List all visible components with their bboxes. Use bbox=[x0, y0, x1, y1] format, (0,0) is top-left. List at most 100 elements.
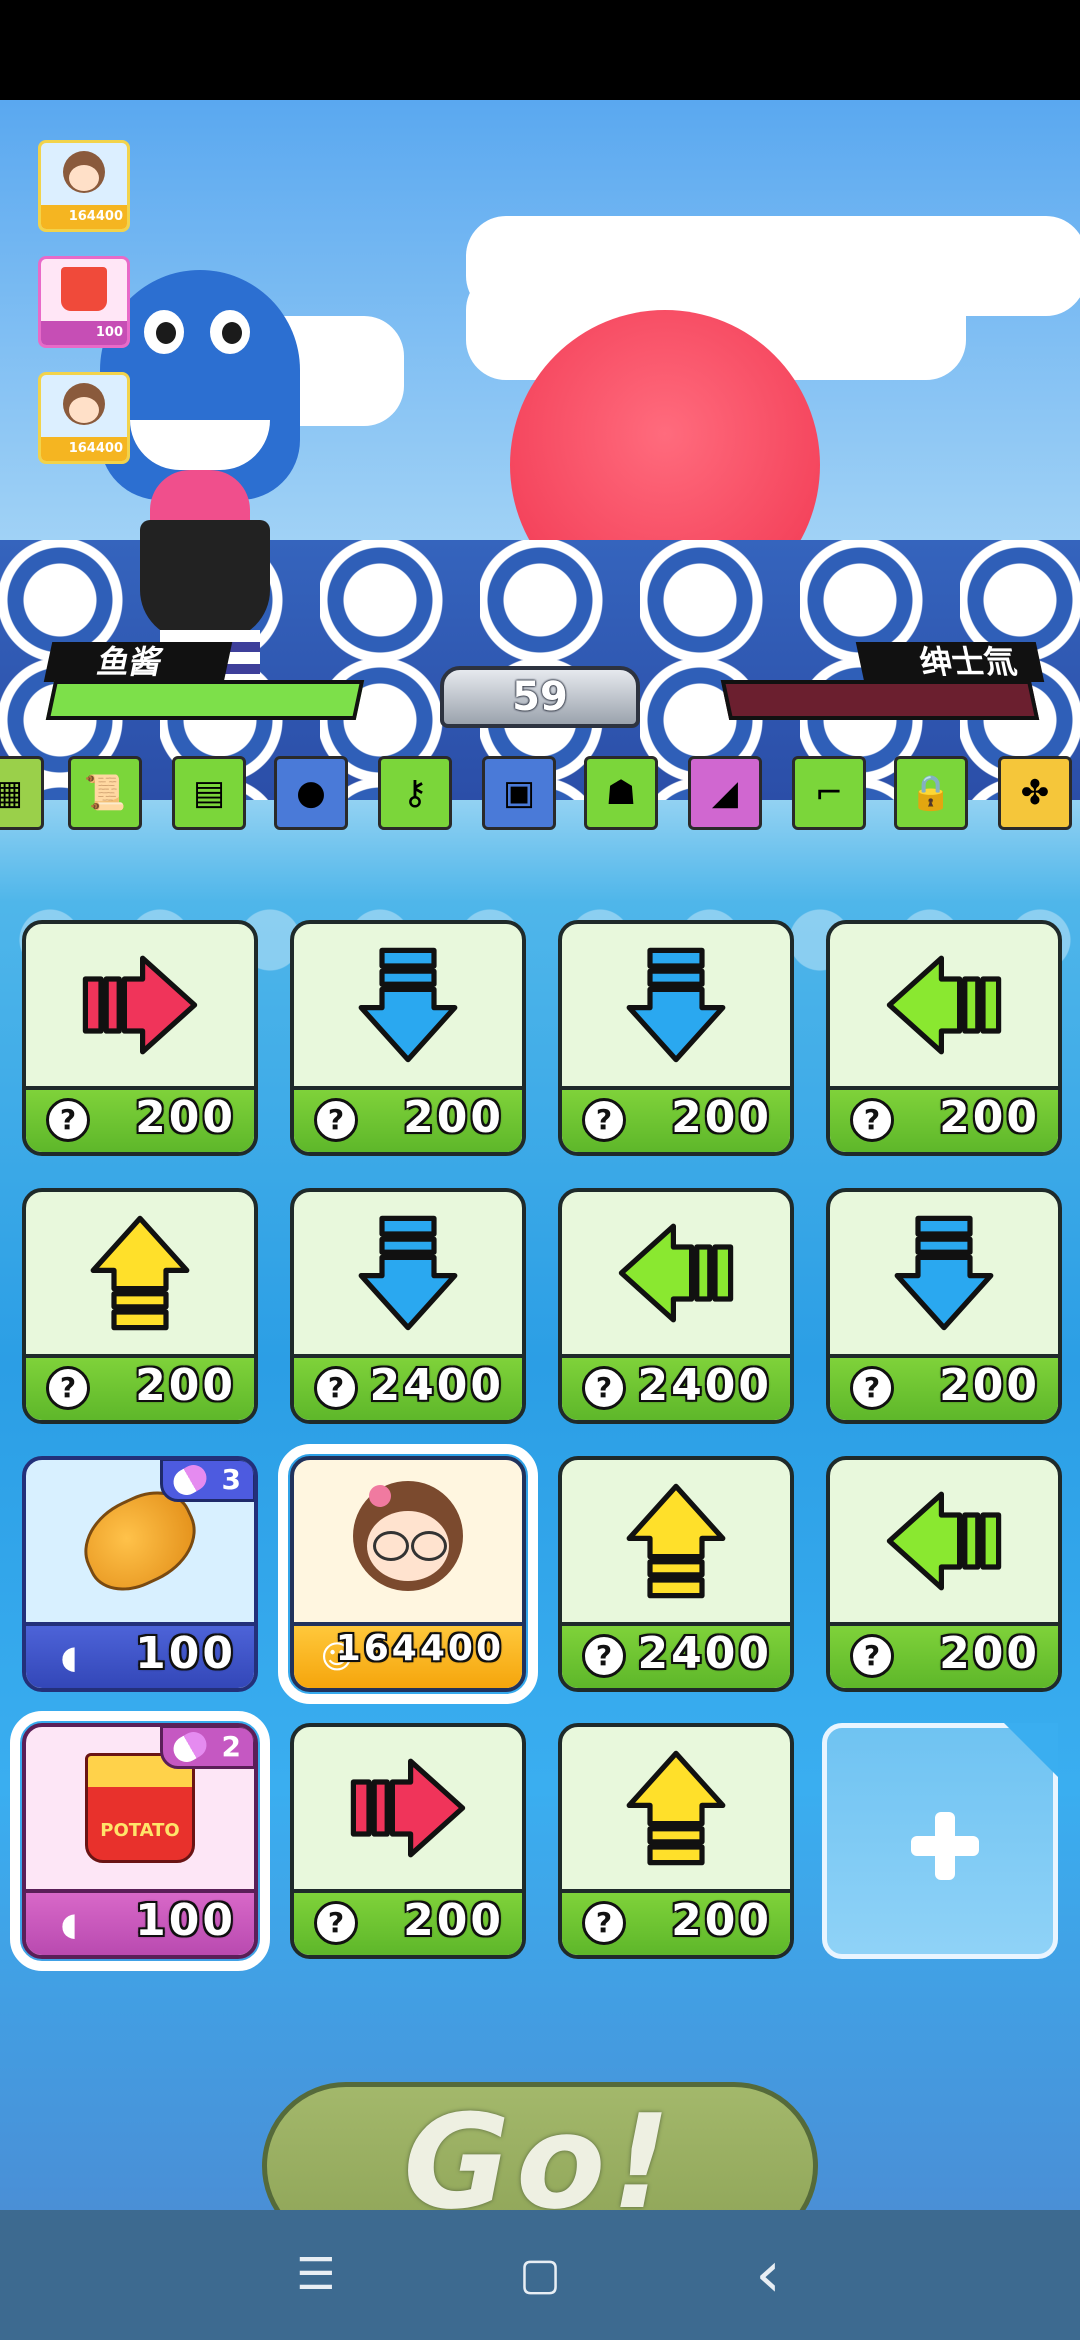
arrow-down-icon bbox=[562, 924, 790, 1086]
arrow-card-up[interactable]: ? 200 bbox=[22, 1188, 258, 1424]
capsule-icon bbox=[168, 1727, 212, 1767]
card-footer: ? 200 bbox=[294, 1889, 522, 1955]
question-icon: ? bbox=[314, 1366, 358, 1410]
arrow-card-down[interactable]: ? 2400 bbox=[290, 1188, 526, 1424]
egg-nest-icon[interactable]: ● bbox=[274, 756, 348, 830]
money-icon[interactable]: ▦ bbox=[0, 756, 44, 830]
clover-icon[interactable]: ✤ bbox=[998, 756, 1072, 830]
side-card-character[interactable]: 164400 bbox=[38, 372, 130, 464]
cheese-icon[interactable]: ◢ bbox=[688, 756, 762, 830]
card-footer: ◖ 100 bbox=[26, 1889, 254, 1955]
question-icon: ? bbox=[850, 1634, 894, 1678]
card-cost: 2400 bbox=[637, 1360, 772, 1411]
character-face bbox=[63, 383, 105, 425]
arrow-down-icon bbox=[294, 924, 522, 1086]
arrow-card-left[interactable]: ? 2400 bbox=[558, 1188, 794, 1424]
question-icon: ? bbox=[850, 1098, 894, 1142]
food-card-chicken-leg[interactable]: 3 ◖ 100 bbox=[22, 1456, 258, 1692]
eye bbox=[210, 310, 250, 354]
side-card-value: 164400 bbox=[41, 437, 127, 461]
home-icon[interactable]: ▢ bbox=[510, 2245, 570, 2305]
character-card[interactable]: ☺ 164400 bbox=[278, 1444, 538, 1704]
bread-icon: ◖ bbox=[60, 1638, 78, 1676]
question-icon: ? bbox=[582, 1366, 626, 1410]
character-portrait bbox=[294, 1460, 522, 1622]
card-footer: ☺ 164400 bbox=[294, 1622, 522, 1688]
enemy-health-bar bbox=[720, 680, 1040, 720]
card-footer: ? 200 bbox=[294, 1086, 522, 1152]
card-footer: ? 200 bbox=[830, 1622, 1058, 1688]
status-bar bbox=[0, 0, 1080, 100]
card-footer: ? 2400 bbox=[294, 1354, 522, 1420]
card-footer: ? 200 bbox=[26, 1086, 254, 1152]
food-card-fries[interactable]: POTATO 2 ◖ 100 bbox=[10, 1711, 270, 1971]
badge-count: 2 bbox=[221, 1730, 241, 1763]
card-footer: ◖ 100 bbox=[26, 1622, 254, 1688]
arrow-card-down[interactable]: ? 200 bbox=[826, 1188, 1062, 1424]
bandana bbox=[140, 520, 270, 640]
card-cost: 2400 bbox=[369, 1360, 504, 1411]
card-cost: 200 bbox=[671, 1895, 772, 1946]
side-card-food[interactable]: 100 bbox=[38, 256, 130, 348]
arrow-card-left[interactable]: ? 200 bbox=[826, 920, 1062, 1156]
badge-count: 3 bbox=[221, 1463, 241, 1496]
scroll-icon[interactable]: 📜 bbox=[68, 756, 142, 830]
menu-icon[interactable]: ☰ bbox=[286, 2245, 346, 2305]
question-icon: ? bbox=[850, 1366, 894, 1410]
lock-icon[interactable]: 🔒 bbox=[894, 756, 968, 830]
system-nav-bar: ☰ ▢ ‹ bbox=[0, 2210, 1080, 2340]
item-strip[interactable]: ▦ 📜 ▤ ● ⚷ ▣ ☗ ◢ ⌐ 🔒 ✤ bbox=[0, 752, 1080, 834]
side-card-character[interactable]: 164400 bbox=[38, 140, 130, 232]
arrow-card-right[interactable]: ? 200 bbox=[22, 920, 258, 1156]
arrow-card-right[interactable]: ? 200 bbox=[290, 1723, 526, 1959]
arrow-left-icon bbox=[562, 1192, 790, 1354]
card-footer: ? 200 bbox=[562, 1086, 790, 1152]
arrow-card-down[interactable]: ? 200 bbox=[290, 920, 526, 1156]
card-icon[interactable]: ▤ bbox=[172, 756, 246, 830]
add-card-button[interactable] bbox=[822, 1723, 1058, 1959]
fries-icon bbox=[61, 267, 107, 311]
card-cost: 200 bbox=[671, 1092, 772, 1143]
enemy-name: 绅士氚 bbox=[855, 642, 1045, 682]
card-cost: 200 bbox=[135, 1092, 236, 1143]
arrow-card-up[interactable]: ? 200 bbox=[558, 1723, 794, 1959]
card-cost: 100 bbox=[135, 1895, 236, 1946]
card-footer: ? 200 bbox=[830, 1086, 1058, 1152]
question-icon: ? bbox=[582, 1098, 626, 1142]
card-cost: 200 bbox=[939, 1092, 1040, 1143]
robot-icon[interactable]: ☗ bbox=[584, 756, 658, 830]
tool-icon[interactable]: ⌐ bbox=[792, 756, 866, 830]
arrow-down-icon bbox=[830, 1192, 1058, 1354]
key-icon[interactable]: ⚷ bbox=[378, 756, 452, 830]
plus-icon bbox=[911, 1812, 979, 1880]
card-cost: 100 bbox=[135, 1628, 236, 1679]
arrow-card-left[interactable]: ? 200 bbox=[826, 1456, 1062, 1692]
card-cost: 164400 bbox=[335, 1628, 504, 1669]
side-card-value: 100 bbox=[41, 321, 127, 345]
stack-badge: 3 bbox=[160, 1460, 254, 1502]
arrow-card-down[interactable]: ? 200 bbox=[558, 920, 794, 1156]
question-icon: ? bbox=[314, 1098, 358, 1142]
card-cost: 200 bbox=[939, 1628, 1040, 1679]
card-cost: 2400 bbox=[637, 1628, 772, 1679]
back-icon[interactable]: ‹ bbox=[738, 2243, 798, 2307]
arrow-right-icon bbox=[26, 924, 254, 1086]
arrow-left-icon bbox=[830, 1460, 1058, 1622]
card-cost: 200 bbox=[939, 1360, 1040, 1411]
arrow-up-icon bbox=[562, 1727, 790, 1889]
card-footer: ? 2400 bbox=[562, 1622, 790, 1688]
stack-badge: 2 bbox=[160, 1727, 254, 1769]
map-icon[interactable]: ▣ bbox=[482, 756, 556, 830]
question-icon: ? bbox=[46, 1098, 90, 1142]
arrow-down-icon bbox=[294, 1192, 522, 1354]
card-footer: ? 200 bbox=[562, 1889, 790, 1955]
arrow-card-up[interactable]: ? 2400 bbox=[558, 1456, 794, 1692]
card-cost: 200 bbox=[403, 1092, 504, 1143]
arrow-right-icon bbox=[294, 1727, 522, 1889]
bread-icon: ◖ bbox=[60, 1905, 78, 1943]
capsule-icon bbox=[168, 1460, 212, 1500]
arrow-up-icon bbox=[562, 1460, 790, 1622]
card-cost: 200 bbox=[135, 1360, 236, 1411]
eye bbox=[144, 310, 184, 354]
question-icon: ? bbox=[314, 1901, 358, 1945]
